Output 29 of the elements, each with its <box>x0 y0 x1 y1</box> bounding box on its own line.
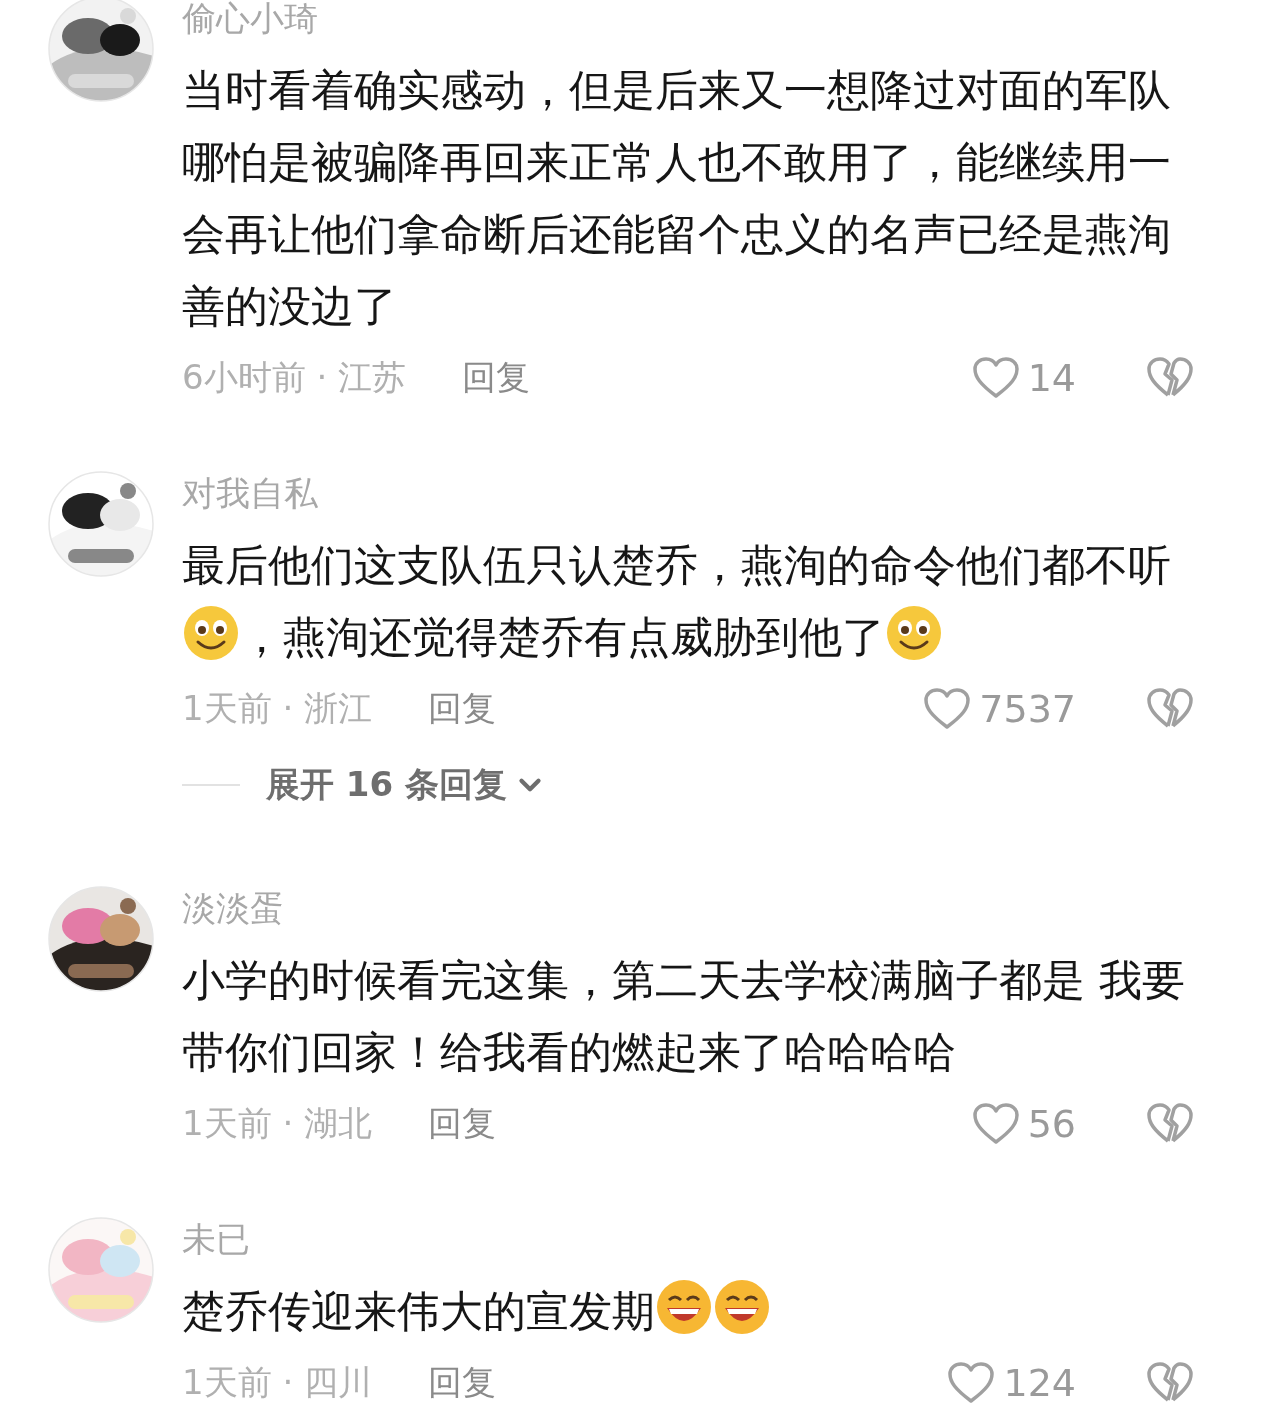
reply-link[interactable]: 回复 <box>428 1360 497 1405</box>
user-name[interactable]: 淡淡蛋 <box>182 886 284 930</box>
grin-icon <box>713 1278 771 1336</box>
time-location: 1天前 · 湖北 <box>182 1102 373 1145</box>
like-button[interactable]: 124 <box>947 1361 1076 1405</box>
reply-link[interactable]: 回复 <box>462 355 531 401</box>
like-button[interactable]: 7537 <box>923 687 1076 731</box>
comment-text: 当时看着确实感动，但是后来又一想降过对面的军队哪怕是被骗降再回来正常人也不敢用了，能继续用一会再让他们拿命断后还能留个忠义的名声已经是燕洵善的没边了 <box>182 64 1172 333</box>
grin-icon <box>655 1278 713 1336</box>
time-location: 1天前 · 四川 <box>182 1361 373 1404</box>
reply-link[interactable]: 回复 <box>428 686 497 732</box>
heart-icon <box>923 687 972 731</box>
expand-replies-button[interactable]: 展开 16 条回复 <box>266 762 547 808</box>
smiley-icon <box>182 604 240 662</box>
comment-text: 最后他们这支队伍只认楚乔，燕洵的命令他们都不听 ，燕洵还觉得楚乔有点威胁到他了 <box>182 539 1172 664</box>
like-button[interactable]: 56 <box>971 1102 1076 1146</box>
comment-text: 楚乔传迎来伟大的宣发期 <box>182 1275 1202 1347</box>
comment-text: 小学的时候看完这集，第二天去学校满脑子都是 我要带你们回家！给我看的燃起来了哈哈哈哈 <box>182 954 1186 1079</box>
like-button[interactable]: 14 <box>971 356 1076 400</box>
heart-icon <box>971 356 1020 400</box>
heart-icon <box>971 1102 1020 1146</box>
time-location: 1天前 · 浙江 <box>182 687 373 730</box>
user-name[interactable]: 偷心小琦 <box>182 0 318 40</box>
user-name[interactable]: 未已 <box>182 1217 250 1261</box>
user-name[interactable]: 对我自私 <box>182 471 318 515</box>
reply-link[interactable]: 回复 <box>428 1101 497 1147</box>
heart-icon <box>947 1361 996 1405</box>
time-location: 6小时前 · 江苏 <box>182 356 407 399</box>
smiley-icon <box>885 604 943 662</box>
